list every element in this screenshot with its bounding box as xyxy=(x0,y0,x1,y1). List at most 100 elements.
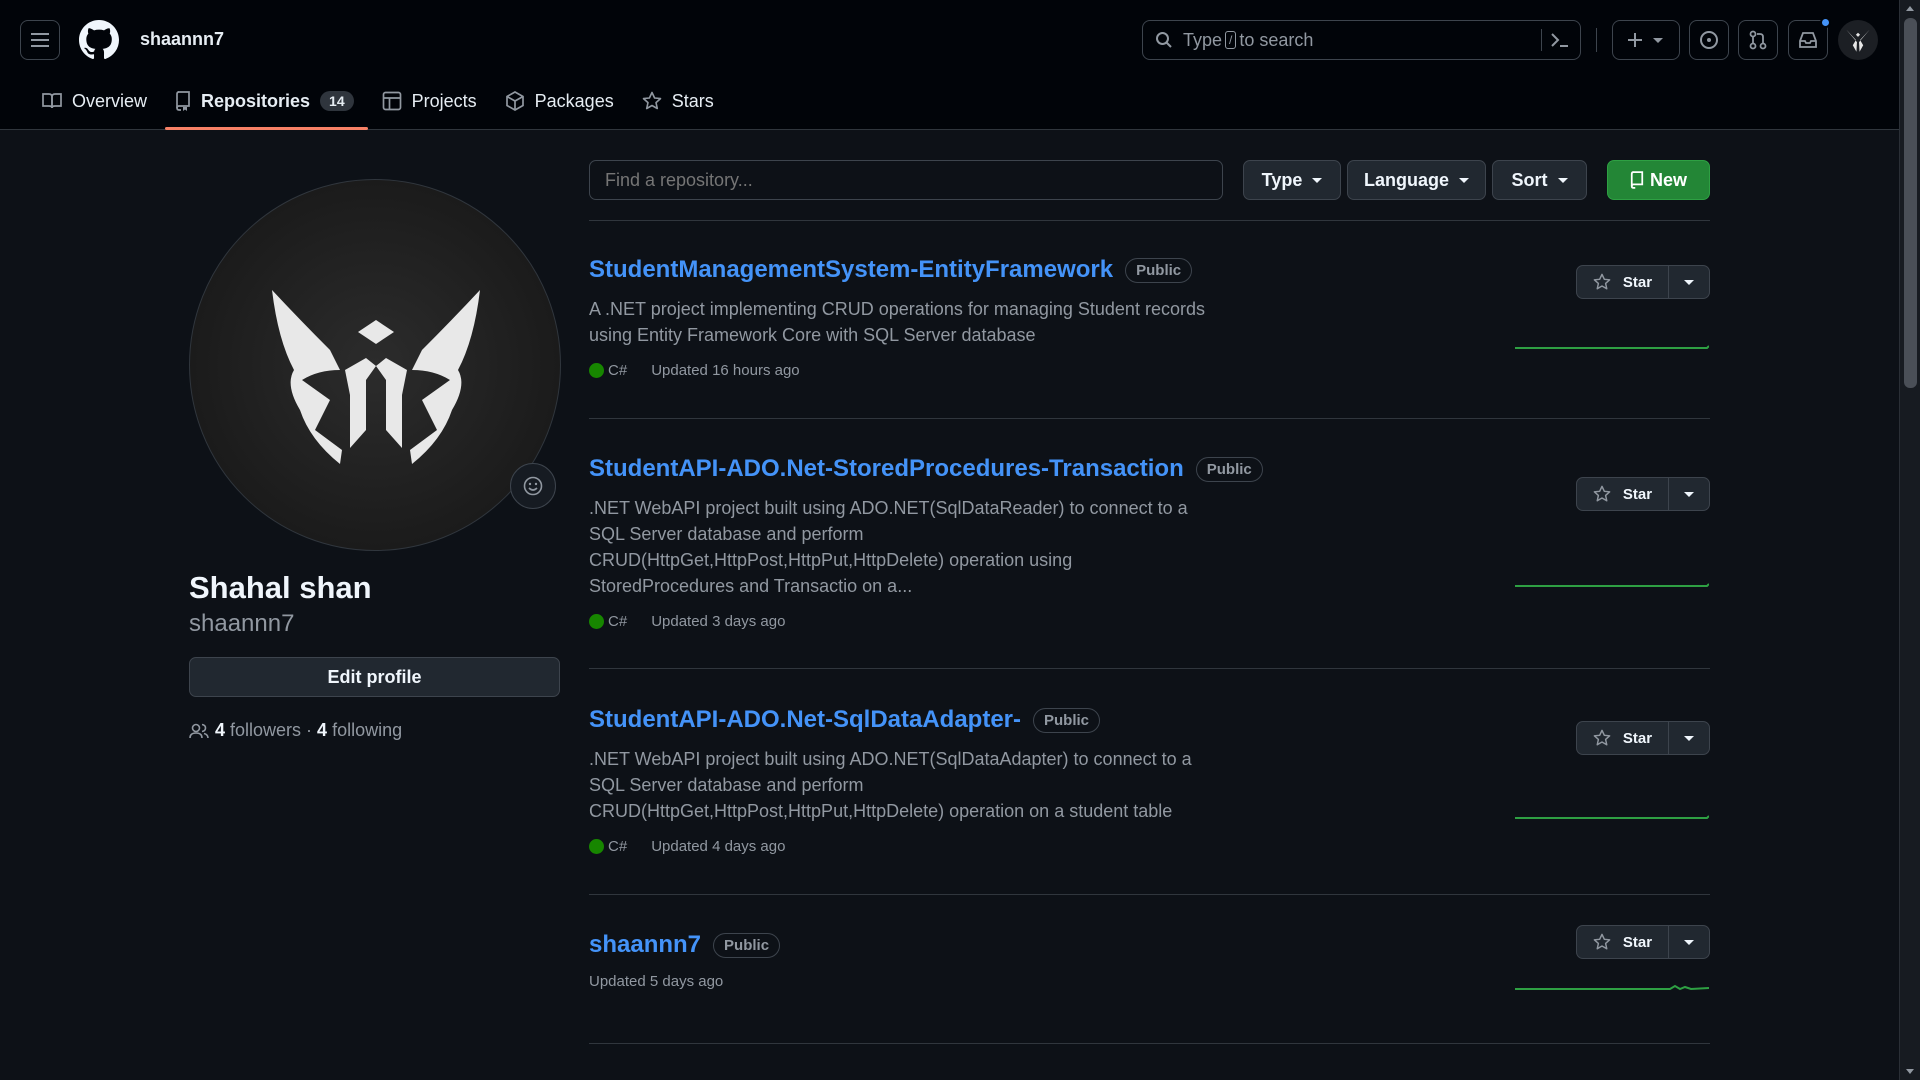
notifications-button[interactable] xyxy=(1788,17,1831,60)
repo-name-link[interactable]: StudentManagementSystem-EntityFramework xyxy=(589,256,1113,284)
type-filter-dropdown[interactable]: Type xyxy=(1243,160,1341,200)
followers-link[interactable]: followers xyxy=(230,720,301,741)
tab-overview[interactable]: Overview xyxy=(30,80,159,122)
language-filter-dropdown[interactable]: Language xyxy=(1347,160,1486,200)
tab-projects[interactable]: Projects xyxy=(370,80,489,122)
star-button-group: Star xyxy=(1576,477,1710,511)
tab-stars[interactable]: Stars xyxy=(630,80,726,122)
scroll-up-arrow-icon[interactable] xyxy=(1906,6,1914,11)
repo-updated: Updated 3 days ago xyxy=(651,613,786,630)
divider xyxy=(589,668,1710,669)
star-button[interactable]: Star xyxy=(1577,478,1669,510)
star-icon xyxy=(642,91,662,110)
tab-label: Stars xyxy=(671,90,714,111)
star-button[interactable]: Star xyxy=(1577,722,1669,754)
github-logo[interactable] xyxy=(79,20,119,60)
star-list-dropdown[interactable] xyxy=(1669,266,1709,298)
inbox-icon xyxy=(1799,32,1817,48)
issues-button[interactable] xyxy=(1689,20,1729,60)
pull-requests-button[interactable] xyxy=(1738,20,1778,60)
followers-count[interactable]: 4 xyxy=(215,720,225,741)
language-color-dot xyxy=(589,839,604,854)
create-new-button[interactable] xyxy=(1612,20,1680,60)
repo-language: C# xyxy=(608,838,628,855)
following-count[interactable]: 4 xyxy=(317,720,327,741)
star-label: Star xyxy=(1622,485,1653,503)
repo-name-link[interactable]: shaannn7 xyxy=(589,931,701,959)
follow-stats: 4 followers · 4 following xyxy=(189,720,402,741)
language-color-dot xyxy=(589,614,604,629)
star-list-dropdown[interactable] xyxy=(1669,478,1709,510)
activity-sparkline xyxy=(1515,984,1709,991)
global-search[interactable]: Type / to search xyxy=(1142,20,1581,60)
visibility-badge: Public xyxy=(1125,257,1193,283)
repo-description: .NET WebAPI project built using ADO.NET(… xyxy=(589,498,1188,596)
caret-down-icon xyxy=(1684,939,1694,945)
header-separator xyxy=(1596,28,1597,52)
avatar-logo-icon xyxy=(272,290,480,464)
visibility-badge: Public xyxy=(713,932,781,958)
table-icon xyxy=(382,91,401,111)
caret-down-icon xyxy=(1557,177,1568,183)
book-icon xyxy=(42,93,62,109)
language-filter-label: Language xyxy=(1363,169,1449,190)
tab-label: Repositories xyxy=(201,90,311,111)
command-palette-icon[interactable] xyxy=(1550,31,1570,49)
repo-icon xyxy=(1630,171,1644,189)
star-icon xyxy=(1593,933,1611,950)
set-status-button[interactable] xyxy=(510,463,556,509)
header-username[interactable]: shaannn7 xyxy=(140,29,224,50)
find-repository-input[interactable] xyxy=(589,160,1223,200)
sort-label: Sort xyxy=(1511,169,1548,190)
star-list-dropdown[interactable] xyxy=(1669,926,1709,958)
plus-icon xyxy=(1628,33,1642,47)
edit-profile-button[interactable]: Edit profile xyxy=(189,657,560,697)
tab-packages[interactable]: Packages xyxy=(493,80,626,122)
repo-name-link[interactable]: StudentAPI-ADO.Net-StoredProcedures-Tran… xyxy=(589,455,1184,483)
star-button[interactable]: Star xyxy=(1577,266,1669,298)
following-link[interactable]: following xyxy=(332,720,402,741)
divider xyxy=(589,418,1710,419)
caret-down-icon xyxy=(1684,735,1694,741)
package-icon xyxy=(505,91,524,111)
star-label: Star xyxy=(1622,933,1653,951)
profile-avatar xyxy=(189,179,561,551)
global-header: shaannn7 Type / to search Overview Repos… xyxy=(0,0,1899,130)
tab-repositories[interactable]: Repositories 14 xyxy=(163,80,368,130)
scroll-down-arrow-icon[interactable] xyxy=(1906,1069,1914,1074)
star-button[interactable]: Star xyxy=(1577,926,1669,958)
divider xyxy=(589,1043,1710,1044)
divider xyxy=(589,894,1710,895)
star-list-dropdown[interactable] xyxy=(1669,722,1709,754)
menu-button[interactable] xyxy=(20,20,60,60)
git-pull-request-icon xyxy=(1749,30,1767,50)
repo-count-badge: 14 xyxy=(320,91,354,111)
repo-list-item: StudentAPI-ADO.Net-StoredProcedures-Tran… xyxy=(589,455,1710,630)
divider xyxy=(589,220,1710,221)
scroll-thumb[interactable] xyxy=(1904,18,1917,388)
tab-label: Overview xyxy=(72,90,148,111)
search-shortcut-key: / xyxy=(1225,31,1237,49)
search-icon xyxy=(1156,32,1172,48)
sort-dropdown[interactable]: Sort xyxy=(1492,160,1587,200)
hamburger-icon xyxy=(31,33,49,47)
star-button-group: Star xyxy=(1576,265,1710,299)
repo-list-item: StudentManagementSystem-EntityFramework … xyxy=(589,256,1710,379)
search-suffix: to search xyxy=(1239,29,1314,50)
repo-list-item: StudentAPI-ADO.Net-SqlDataAdapter- Publi… xyxy=(589,706,1710,855)
issue-opened-icon xyxy=(1700,31,1718,49)
repo-language: C# xyxy=(608,362,628,379)
star-icon xyxy=(1593,729,1611,746)
repo-updated: Updated 16 hours ago xyxy=(651,362,800,379)
page-scrollbar[interactable] xyxy=(1899,0,1920,1080)
notification-indicator xyxy=(1820,17,1831,28)
repo-name-link[interactable]: StudentAPI-ADO.Net-SqlDataAdapter- xyxy=(589,706,1021,734)
user-avatar-menu[interactable] xyxy=(1838,20,1878,60)
new-repository-button[interactable]: New xyxy=(1607,160,1710,200)
github-icon xyxy=(79,20,119,60)
visibility-badge: Public xyxy=(1033,707,1101,733)
tab-label: Projects xyxy=(411,90,477,111)
language-color-dot xyxy=(589,363,604,378)
repo-description: .NET WebAPI project built using ADO.NET(… xyxy=(589,749,1192,821)
type-filter-label: Type xyxy=(1261,169,1303,190)
